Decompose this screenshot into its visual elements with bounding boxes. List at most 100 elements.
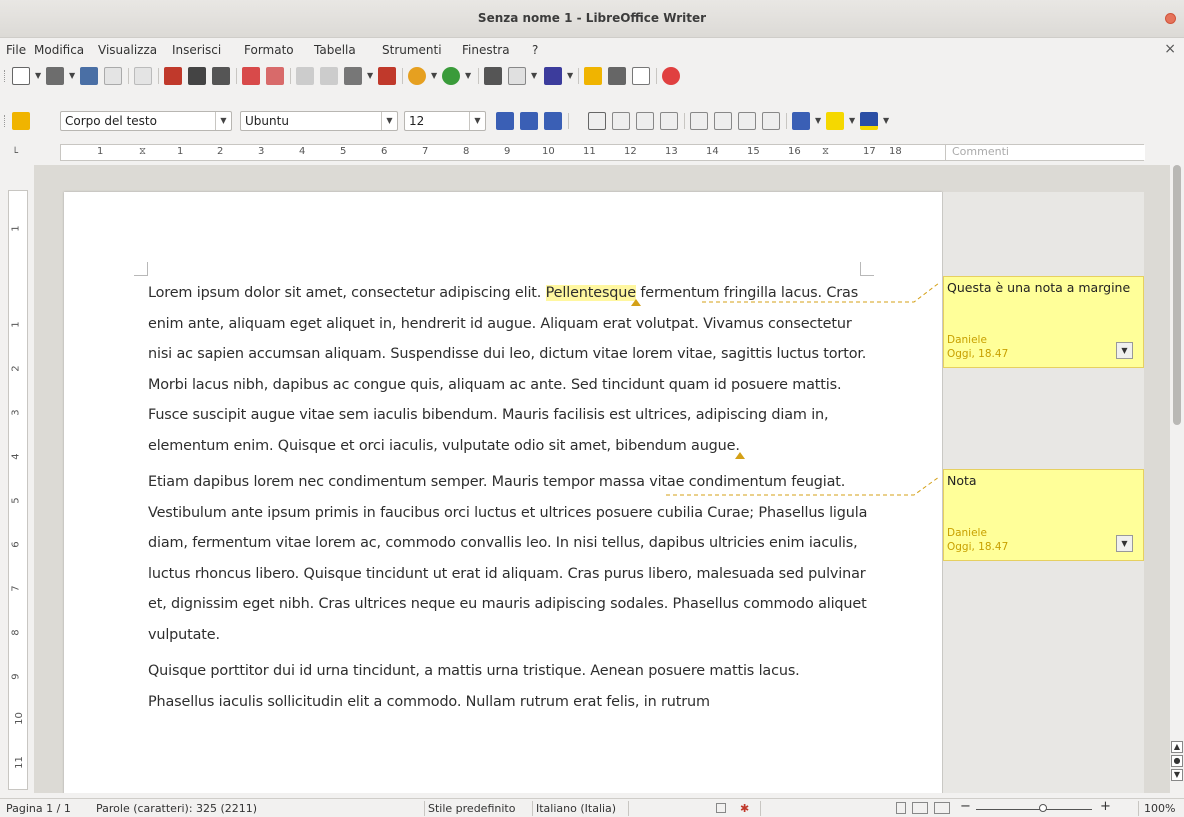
background-dropdown-icon[interactable]: ▼ xyxy=(883,116,889,125)
new-document-icon[interactable] xyxy=(12,67,30,85)
redo-dropdown-icon[interactable]: ▼ xyxy=(465,71,471,80)
menu-finestra[interactable]: Finestra xyxy=(462,43,510,57)
image-icon[interactable] xyxy=(544,67,562,85)
right-indent-marker-icon[interactable]: ⧖ xyxy=(822,146,829,157)
comment-text[interactable]: Questa è una nota a margine xyxy=(947,280,1130,295)
document-workspace[interactable]: Lorem ipsum dolor sit amet, consectetur … xyxy=(34,165,1170,793)
tab-stop-selector[interactable]: └ xyxy=(12,148,18,159)
zoom-level[interactable]: 100% xyxy=(1144,802,1175,815)
print-preview-icon[interactable] xyxy=(212,67,230,85)
font-color-dropdown-icon[interactable]: ▼ xyxy=(815,116,821,125)
scrollbar-thumb[interactable] xyxy=(1173,165,1181,425)
print-icon[interactable] xyxy=(188,67,206,85)
menu-file[interactable]: File xyxy=(6,43,26,57)
vertical-scrollbar[interactable]: ▲ ● ▼ xyxy=(1170,165,1184,793)
horizontal-ruler[interactable]: 1 ⧖ 1 2 3 4 5 6 7 8 9 10 11 12 13 14 15 … xyxy=(60,144,1145,161)
menu-inserisci[interactable]: Inserisci xyxy=(172,43,221,57)
comment-text[interactable]: Nota xyxy=(947,473,977,488)
bullet-list-icon[interactable] xyxy=(714,112,732,130)
toolbar-grip[interactable] xyxy=(4,115,7,127)
language[interactable]: Italiano (Italia) xyxy=(536,802,616,815)
gallery-icon[interactable] xyxy=(608,67,626,85)
find-replace-icon[interactable] xyxy=(484,67,502,85)
redo-icon[interactable] xyxy=(442,67,460,85)
zoom-in-button[interactable]: + xyxy=(1100,799,1111,814)
paste-icon[interactable] xyxy=(344,67,362,85)
draw-dropdown-icon[interactable]: ▼ xyxy=(567,71,573,80)
copy-icon[interactable] xyxy=(320,67,338,85)
page-count[interactable]: Pagina 1 / 1 xyxy=(6,802,71,815)
justify-icon[interactable] xyxy=(660,112,678,130)
chevron-down-icon[interactable]: ▼ xyxy=(381,112,397,130)
font-size-select[interactable]: 12 ▼ xyxy=(404,111,486,131)
email-icon[interactable] xyxy=(104,67,122,85)
cut-icon[interactable] xyxy=(296,67,314,85)
save-icon[interactable] xyxy=(80,67,98,85)
menu-strumenti[interactable]: Strumenti xyxy=(382,43,442,57)
chevron-down-icon[interactable]: ▼ xyxy=(215,112,231,130)
open-dropdown-icon[interactable]: ▼ xyxy=(69,71,75,80)
book-view-icon[interactable] xyxy=(934,802,950,814)
single-page-view-icon[interactable] xyxy=(896,802,906,814)
paragraph[interactable]: Lorem ipsum dolor sit amet, consectetur … xyxy=(148,278,868,461)
menu-modifica[interactable]: Modifica xyxy=(34,43,84,57)
menu-visualizza[interactable]: Visualizza xyxy=(98,43,157,57)
document-body[interactable]: Lorem ipsum dolor sit amet, consectetur … xyxy=(148,278,868,723)
toolbar-grip[interactable] xyxy=(4,70,7,82)
increase-indent-icon[interactable] xyxy=(762,112,780,130)
decrease-indent-icon[interactable] xyxy=(738,112,756,130)
indent-marker-icon[interactable]: ⧖ xyxy=(139,146,146,157)
comment-menu-button[interactable]: ▼ xyxy=(1116,535,1133,552)
font-color-icon[interactable] xyxy=(792,112,810,130)
document-close-icon[interactable]: × xyxy=(1164,41,1176,57)
highlight-color-icon[interactable] xyxy=(826,112,844,130)
previous-page-button[interactable]: ▲ xyxy=(1171,741,1183,753)
background-color-icon[interactable] xyxy=(860,112,878,130)
next-page-button[interactable]: ▼ xyxy=(1171,769,1183,781)
clone-formatting-icon[interactable] xyxy=(378,67,396,85)
table-icon[interactable] xyxy=(508,67,526,85)
italic-icon[interactable] xyxy=(520,112,538,130)
menu-help[interactable]: ? xyxy=(532,43,538,57)
selection-mode-icon[interactable] xyxy=(716,803,726,813)
navigation-button[interactable]: ● xyxy=(1171,755,1183,767)
numbered-list-icon[interactable] xyxy=(690,112,708,130)
spellcheck-icon[interactable] xyxy=(242,67,260,85)
word-count[interactable]: Parole (caratteri): 325 (2211) xyxy=(96,802,257,815)
open-folder-icon[interactable] xyxy=(46,67,64,85)
vertical-ruler[interactable]: 1 1 2 3 4 5 6 7 8 9 10 11 xyxy=(8,190,28,790)
document-page[interactable]: Lorem ipsum dolor sit amet, consectetur … xyxy=(64,192,942,793)
help-lifebuoy-icon[interactable] xyxy=(662,67,680,85)
align-right-icon[interactable] xyxy=(636,112,654,130)
styles-formatting-icon[interactable] xyxy=(12,112,30,130)
formatting-marks-icon[interactable] xyxy=(632,67,650,85)
align-center-icon[interactable] xyxy=(612,112,630,130)
comment-menu-button[interactable]: ▼ xyxy=(1116,342,1133,359)
comment-note[interactable]: Nota Daniele Oggi, 18.47 ▼ xyxy=(943,469,1144,561)
zoom-slider-handle[interactable] xyxy=(1039,804,1047,812)
window-close-button[interactable] xyxy=(1165,13,1176,24)
comments-ruler-label[interactable]: Commenti xyxy=(945,145,1145,160)
paste-dropdown-icon[interactable]: ▼ xyxy=(367,71,373,80)
align-left-icon[interactable] xyxy=(588,112,606,130)
comment-note[interactable]: Questa è una nota a margine Daniele Oggi… xyxy=(943,276,1144,368)
font-name-select[interactable]: Ubuntu ▼ xyxy=(240,111,398,131)
zoom-out-button[interactable]: − xyxy=(960,799,971,814)
chevron-down-icon[interactable]: ▼ xyxy=(469,112,485,130)
commented-text[interactable]: Pellentesque xyxy=(545,285,636,301)
table-dropdown-icon[interactable]: ▼ xyxy=(531,71,537,80)
menu-tabella[interactable]: Tabella xyxy=(314,43,356,57)
undo-icon[interactable] xyxy=(408,67,426,85)
zoom-slider[interactable] xyxy=(976,809,1092,810)
paragraph[interactable]: Etiam dapibus lorem nec condimentum semp… xyxy=(148,467,868,650)
bold-icon[interactable] xyxy=(496,112,514,130)
new-dropdown-icon[interactable]: ▼ xyxy=(35,71,41,80)
paragraph-style-select[interactable]: Corpo del testo ▼ xyxy=(60,111,232,131)
underline-icon[interactable] xyxy=(544,112,562,130)
paragraph[interactable]: Quisque porttitor dui id urna tincidunt,… xyxy=(148,656,868,717)
export-pdf-icon[interactable] xyxy=(164,67,182,85)
multi-page-view-icon[interactable] xyxy=(912,802,928,814)
autospellcheck-icon[interactable] xyxy=(266,67,284,85)
undo-dropdown-icon[interactable]: ▼ xyxy=(431,71,437,80)
navigator-icon[interactable] xyxy=(584,67,602,85)
